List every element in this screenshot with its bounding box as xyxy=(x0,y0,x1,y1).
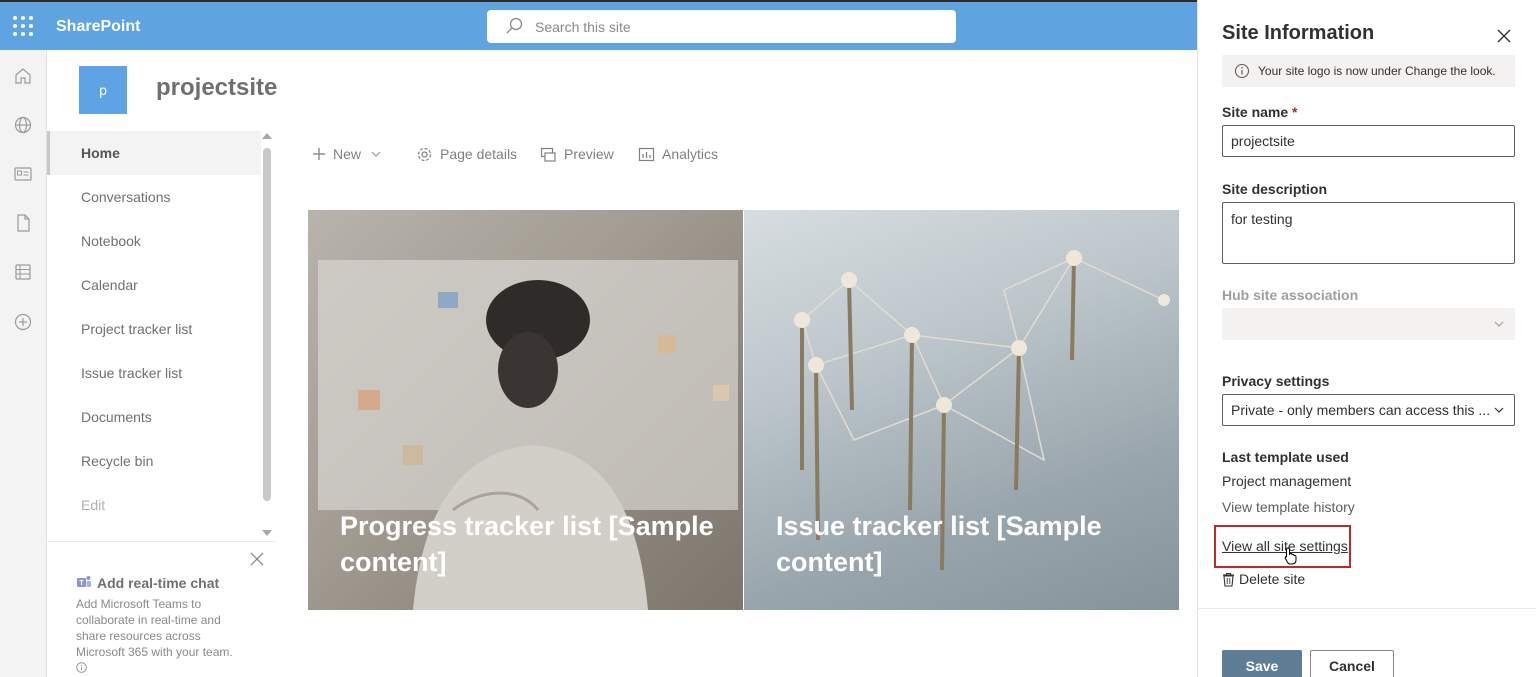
nav-edit-link[interactable]: Edit xyxy=(47,483,261,527)
panel-divider xyxy=(1198,608,1536,609)
app-bar xyxy=(0,50,47,677)
hub-association-label: Hub site association xyxy=(1222,287,1359,303)
close-icon[interactable] xyxy=(250,552,264,566)
nav-item-project-tracker-list[interactable]: Project tracker list xyxy=(47,307,261,351)
chat-card-body: Add Microsoft Teams to collaborate in re… xyxy=(76,596,246,676)
required-marker: * xyxy=(1292,104,1298,120)
chat-card-body-text: Add Microsoft Teams to collaborate in re… xyxy=(76,597,233,659)
close-icon[interactable] xyxy=(1497,29,1511,43)
analytics-button[interactable]: Analytics xyxy=(638,140,718,168)
search-box[interactable]: Search this site xyxy=(487,10,956,43)
chevron-down-icon xyxy=(371,151,381,157)
site-name-label-text: Site name xyxy=(1222,104,1289,120)
save-button[interactable]: Save xyxy=(1222,650,1302,677)
delete-site-label: Delete site xyxy=(1239,571,1306,587)
last-template-label: Last template used xyxy=(1222,449,1349,465)
preview-button[interactable]: Preview xyxy=(540,140,614,168)
nav-item-documents[interactable]: Documents xyxy=(47,395,261,439)
add-icon[interactable] xyxy=(13,312,33,332)
left-navigation: Home Conversations Notebook Calendar Pro… xyxy=(47,131,263,531)
info-message-text: Your site logo is now under Change the l… xyxy=(1258,64,1496,78)
analytics-label: Analytics xyxy=(662,146,719,162)
site-logo[interactable]: p xyxy=(79,66,127,114)
preview-icon xyxy=(540,147,556,162)
new-button[interactable]: New xyxy=(312,140,388,168)
nav-item-notebook[interactable]: Notebook xyxy=(47,219,261,263)
search-input[interactable]: Search this site xyxy=(535,19,631,35)
info-message-bar: Your site logo is now under Change the l… xyxy=(1222,55,1515,87)
page-details-button[interactable]: Page details xyxy=(416,140,517,168)
teams-chat-card: T Add real-time chat Add Microsoft Teams… xyxy=(47,541,275,677)
globe-icon[interactable] xyxy=(13,115,33,135)
site-title[interactable]: projectsite xyxy=(156,74,277,102)
nav-item-issue-tracker-list[interactable]: Issue tracker list xyxy=(47,351,261,395)
site-information-panel: Site Information Your site logo is now u… xyxy=(1197,0,1536,677)
list-icon[interactable] xyxy=(13,262,33,282)
svg-text:T: T xyxy=(79,580,84,587)
chevron-down-icon xyxy=(1494,407,1504,413)
page-details-label: Page details xyxy=(440,146,518,162)
plus-icon xyxy=(313,148,325,160)
site-description-label: Site description xyxy=(1222,181,1328,197)
nav-item-recycle-bin[interactable]: Recycle bin xyxy=(47,439,261,483)
privacy-settings-value: Private - only members can access this .… xyxy=(1231,402,1491,418)
delete-site-button[interactable]: Delete site xyxy=(1222,571,1305,587)
nav-scroll-up-arrow[interactable] xyxy=(262,133,272,139)
chat-card-title: Add real-time chat xyxy=(97,575,220,591)
site-name-field[interactable]: projectsite xyxy=(1222,125,1515,157)
brand-name[interactable]: SharePoint xyxy=(56,18,140,36)
hand-cursor-icon xyxy=(1284,547,1297,565)
chevron-down-icon xyxy=(1494,321,1504,327)
hub-association-dropdown xyxy=(1222,308,1515,340)
cancel-button[interactable]: Cancel xyxy=(1310,650,1394,677)
file-icon[interactable] xyxy=(13,213,33,233)
nav-scroll-down-arrow[interactable] xyxy=(262,530,272,536)
analytics-icon xyxy=(638,147,655,161)
site-description-field[interactable]: for testing xyxy=(1222,202,1515,264)
sharepoint-page: SharePoint Search this site p projectsit… xyxy=(0,0,1536,677)
tile-title[interactable]: Issue tracker list [Sample content] xyxy=(776,508,1166,580)
info-icon[interactable] xyxy=(76,662,87,673)
privacy-settings-label: Privacy settings xyxy=(1222,373,1330,389)
news-icon[interactable] xyxy=(13,164,33,184)
info-icon xyxy=(1234,63,1250,79)
nav-item-calendar[interactable]: Calendar xyxy=(47,263,261,307)
trash-icon xyxy=(1223,572,1234,587)
nav-item-home[interactable]: Home xyxy=(47,131,261,175)
gear-icon xyxy=(417,147,432,161)
privacy-settings-dropdown[interactable]: Private - only members can access this .… xyxy=(1222,394,1515,426)
new-label: New xyxy=(333,146,362,162)
hero-tile-issue-tracker[interactable]: Issue tracker list [Sample content] xyxy=(744,210,1179,610)
nav-item-conversations[interactable]: Conversations xyxy=(47,175,261,219)
search-icon xyxy=(506,17,523,34)
app-launcher-icon[interactable] xyxy=(13,16,33,36)
panel-title: Site Information xyxy=(1222,22,1375,44)
tile-title[interactable]: Progress tracker list [Sample content] xyxy=(340,508,730,580)
view-template-history-link[interactable]: View template history xyxy=(1222,499,1355,515)
last-template-value: Project management xyxy=(1222,473,1352,489)
teams-icon: T xyxy=(77,576,91,587)
hero-tile-progress-tracker[interactable]: Progress tracker list [Sample content] xyxy=(308,210,743,610)
home-icon[interactable] xyxy=(13,66,33,86)
preview-label: Preview xyxy=(564,146,614,162)
site-name-label: Site name * xyxy=(1222,104,1297,120)
nav-scrollbar-thumb[interactable] xyxy=(263,148,271,501)
